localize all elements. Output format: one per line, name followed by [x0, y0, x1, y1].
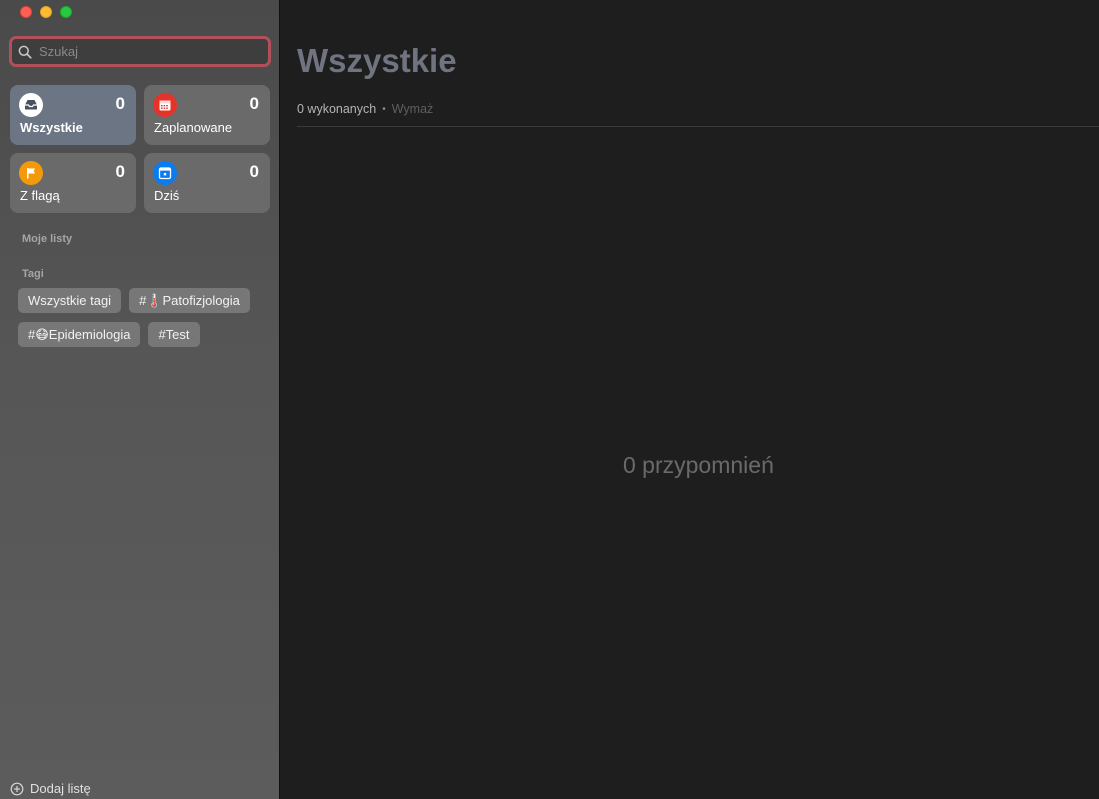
smart-list-flagged[interactable]: 0 Z flagą — [10, 153, 136, 213]
my-lists-heading: Moje listy — [22, 233, 73, 245]
header-divider — [297, 126, 1099, 127]
smart-list-count: 0 — [249, 94, 259, 113]
search-input[interactable] — [37, 43, 268, 60]
smart-list-all[interactable]: 0 Wszystkie — [10, 85, 136, 145]
page-title: Wszystkie — [297, 42, 457, 79]
completed-count: 0 wykonanych — [297, 102, 377, 116]
zoom-window-button[interactable] — [60, 6, 72, 18]
tags-heading: Tagi — [22, 268, 44, 280]
close-window-button[interactable] — [20, 6, 32, 18]
tag-all-tags[interactable]: Wszystkie tagi — [18, 288, 122, 313]
completed-summary: 0 wykonanych • Wymaż — [297, 102, 433, 116]
tag-list: Wszystkie tagi #🌡️Patofizjologia #😷Epide… — [18, 288, 268, 347]
plus-circle-icon — [10, 782, 24, 795]
tag-patofizjologia[interactable]: #🌡️Patofizjologia — [129, 288, 250, 313]
sidebar: 0 Wszystkie 0 Zaplanowan — [0, 0, 280, 799]
smart-list-label: Zaplanowane — [154, 120, 233, 135]
smart-list-label: Z flagą — [20, 188, 60, 203]
calendar-icon — [153, 93, 177, 117]
search-field[interactable] — [9, 36, 271, 67]
reminders-window: 0 Wszystkie 0 Zaplanowan — [0, 0, 1099, 799]
add-list-button[interactable]: Dodaj listę — [10, 781, 91, 796]
window-controls — [20, 6, 72, 18]
smart-list-count: 0 — [115, 94, 125, 113]
smart-list-label: Wszystkie — [20, 120, 83, 135]
search-icon — [18, 45, 32, 59]
smart-list-count: 0 — [249, 162, 259, 181]
tag-test[interactable]: #Test — [148, 322, 200, 347]
tray-icon — [19, 93, 43, 117]
flag-icon — [19, 161, 43, 185]
separator-dot: • — [382, 103, 386, 115]
smart-list-count: 0 — [115, 162, 125, 181]
main-content: Wszystkie 0 wykonanych • Wymaż 0 przypom… — [280, 0, 1099, 799]
smart-lists: 0 Wszystkie 0 Zaplanowane 0 Z flagą 0 Dz… — [10, 85, 270, 213]
minimize-window-button[interactable] — [40, 6, 52, 18]
clear-completed-button[interactable]: Wymaż — [392, 102, 434, 116]
empty-state-message: 0 przypomnień — [623, 452, 774, 478]
tag-epidemiologia[interactable]: #😷Epidemiologia — [18, 322, 141, 347]
smart-list-label: Dziś — [154, 188, 180, 203]
today-icon — [153, 161, 177, 185]
add-list-label: Dodaj listę — [30, 781, 91, 796]
smart-list-today[interactable]: 0 Dziś — [144, 153, 270, 213]
smart-list-scheduled[interactable]: 0 Zaplanowane — [144, 85, 270, 145]
